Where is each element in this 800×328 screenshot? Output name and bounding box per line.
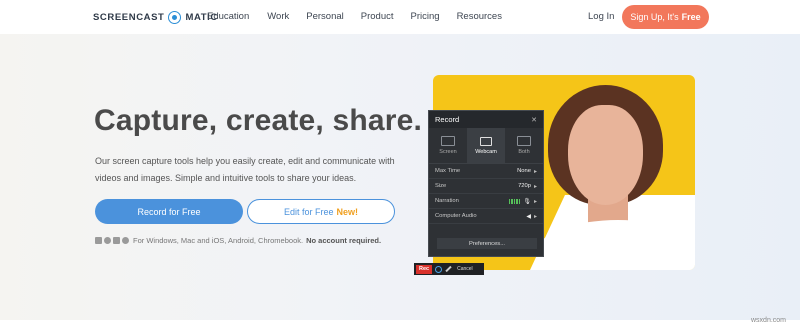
platforms-text: For Windows, Mac and iOS, Android, Chrom…: [133, 236, 304, 245]
hero-subtext: Our screen capture tools help you easily…: [95, 156, 395, 183]
hero-headline: Capture, create, share.: [94, 104, 423, 137]
mode-screen-label: Screen: [439, 149, 457, 155]
speaker-icon: ◀: [526, 213, 531, 220]
chevron-right-icon: ▸: [533, 183, 537, 190]
preferences-button[interactable]: Preferences...: [437, 238, 537, 249]
chevron-right-icon: ▸: [533, 213, 537, 220]
edit-for-free-label: Edit for Free: [283, 206, 334, 217]
chevron-right-icon: ▸: [533, 198, 537, 205]
mode-screen[interactable]: Screen: [429, 128, 467, 163]
max-time-value: None: [517, 168, 531, 174]
windows-icon: [95, 237, 102, 244]
logo-text-left: SCREENCAST: [93, 11, 165, 23]
rec-button[interactable]: Rec: [416, 264, 433, 274]
no-account-text: No account required.: [306, 236, 382, 245]
pen-icon[interactable]: [445, 265, 452, 273]
apple-icon: [104, 237, 111, 244]
signup-button[interactable]: Sign Up, It's Free: [622, 5, 709, 29]
mic-icon: 🎙: [523, 198, 531, 205]
recorder-header: Record ✕: [429, 111, 543, 128]
record-dot-icon: [168, 10, 182, 24]
nav-link-resources[interactable]: Resources: [457, 11, 502, 22]
new-badge: New!: [336, 206, 359, 217]
chrome-icon: [122, 237, 129, 244]
size-label: Size: [435, 183, 447, 189]
nav-link-personal[interactable]: Personal: [306, 11, 344, 22]
footer-strip: [0, 320, 800, 328]
signup-free-label: Free: [681, 12, 701, 22]
narration-label: Narration: [435, 198, 459, 204]
record-toolbar: Rec Cancel: [414, 263, 484, 275]
webcam-icon: [480, 136, 492, 146]
nav-link-education[interactable]: Education: [207, 11, 249, 22]
recorder-panel: Record ✕ Screen Webcam Both Max Time Non…: [428, 110, 544, 257]
size-row[interactable]: Size 720p ▸: [429, 179, 543, 194]
size-value: 720p: [518, 183, 531, 189]
nav-link-product[interactable]: Product: [361, 11, 394, 22]
platform-icons: [95, 237, 129, 244]
mode-both-label: Both: [518, 149, 530, 155]
recorder-title: Record: [435, 115, 460, 124]
logo[interactable]: SCREENCAST MATIC: [93, 10, 218, 24]
android-icon: [113, 237, 120, 244]
nav-links: Education Work Personal Product Pricing …: [207, 11, 519, 22]
recorder-modes: Screen Webcam Both: [429, 128, 543, 164]
record-for-free-button[interactable]: Record for Free: [95, 199, 243, 224]
mode-both[interactable]: Both: [505, 128, 543, 163]
login-link[interactable]: Log In: [588, 11, 614, 22]
settings-icon[interactable]: [435, 265, 443, 273]
audio-level-meter: [508, 198, 521, 204]
top-nav: SCREENCAST MATIC Education Work Personal…: [0, 0, 800, 34]
max-time-row[interactable]: Max Time None ▸: [429, 164, 543, 179]
narration-row[interactable]: Narration 🎙 ▸: [429, 194, 543, 209]
nav-link-work[interactable]: Work: [267, 11, 289, 22]
platform-support: For Windows, Mac and iOS, Android, Chrom…: [95, 236, 381, 245]
chevron-right-icon: ▸: [533, 168, 537, 175]
computer-audio-row[interactable]: Computer Audio ◀ ▸: [429, 209, 543, 224]
screen-icon: [441, 136, 455, 146]
computer-audio-label: Computer Audio: [435, 213, 477, 219]
watermark: wsxdn.com: [751, 317, 787, 324]
close-icon[interactable]: ✕: [531, 116, 537, 124]
edit-for-free-button[interactable]: Edit for Free New!: [247, 199, 395, 224]
mode-webcam-label: Webcam: [475, 148, 497, 155]
mode-webcam[interactable]: Webcam: [467, 128, 505, 163]
screen-webcam-icon: [517, 136, 531, 146]
nav-link-pricing[interactable]: Pricing: [411, 11, 440, 22]
signup-label: Sign Up, It's: [630, 12, 679, 22]
max-time-label: Max Time: [435, 168, 461, 174]
cancel-button[interactable]: Cancel: [457, 266, 473, 272]
